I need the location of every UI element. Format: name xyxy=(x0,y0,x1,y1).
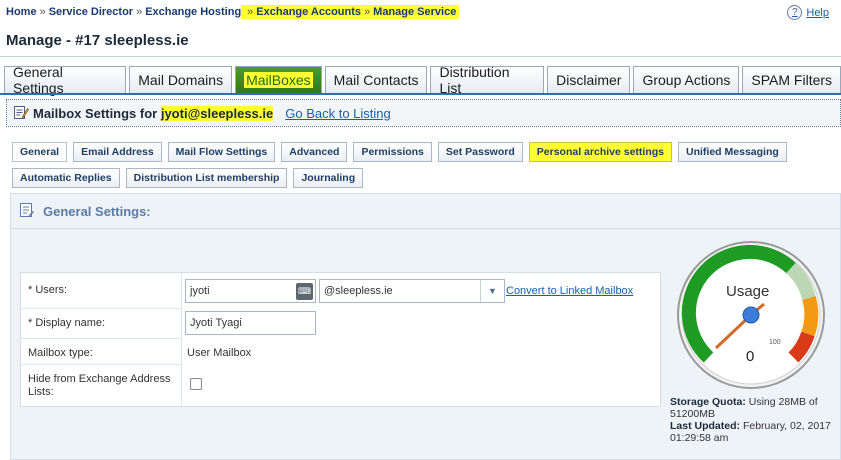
mailbox-subtabs: General Email Address Mail Flow Settings… xyxy=(12,142,812,188)
breadcrumb-bar: Home» Service Director» Exchange Hosting» E… xyxy=(0,0,841,26)
subtab-distribution-list-membership[interactable]: Distribution List membership xyxy=(125,168,288,188)
breadcrumb-service-director[interactable]: Service Director xyxy=(49,6,133,18)
hide-from-address-lists-label: Hide from Exchange Address Lists: xyxy=(28,373,171,398)
gauge-max-label: 100 xyxy=(769,339,781,346)
breadcrumb-separator: » xyxy=(136,6,143,18)
subtab-journaling[interactable]: Journaling xyxy=(293,168,364,188)
usage-gauge: Usage 0 100 xyxy=(676,240,836,390)
form-row-divider xyxy=(20,364,182,365)
form-row-divider xyxy=(20,338,182,339)
breadcrumb-highlight: » Exchange Accounts» Manage Service xyxy=(241,5,460,19)
form-row-divider xyxy=(20,308,182,309)
breadcrumb-separator: » xyxy=(39,6,46,18)
back-to-listing-link[interactable]: Go Back to Listing xyxy=(285,106,391,121)
mailbox-type-value: User Mailbox xyxy=(187,347,252,359)
title-divider xyxy=(0,56,841,57)
mailbox-type-label: Mailbox type: xyxy=(28,347,93,359)
users-label: * Users: xyxy=(28,284,68,296)
convert-to-linked-mailbox-link[interactable]: Convert to Linked Mailbox xyxy=(506,285,633,297)
subtab-advanced[interactable]: Advanced xyxy=(281,142,348,162)
display-name-input[interactable]: Jyoti Tyagi xyxy=(185,311,316,335)
chevron-down-icon[interactable]: ▼ xyxy=(480,280,504,302)
breadcrumb-separator: » xyxy=(364,6,371,18)
tab-disclaimer[interactable]: Disclaimer xyxy=(547,66,631,93)
breadcrumb-separator: » xyxy=(247,6,254,18)
gauge-value: 0 xyxy=(746,348,755,365)
mailbox-email: jyoti@sleepless.ie xyxy=(160,105,274,121)
subtab-personal-archive-settings[interactable]: Personal archive settings xyxy=(528,142,673,162)
storage-info: Storage Quota: Using 28MB of 51200MB Las… xyxy=(670,396,835,444)
main-tabs: General Settings Mail Domains MailBoxes … xyxy=(4,64,841,96)
keyboard-icon[interactable]: ⌨ xyxy=(296,283,313,300)
subtab-set-password[interactable]: Set Password xyxy=(437,142,523,162)
tab-mail-contacts[interactable]: Mail Contacts xyxy=(324,66,428,93)
display-name-value: Jyoti Tyagi xyxy=(190,317,242,329)
tab-distribution-list[interactable]: Distribution List xyxy=(430,64,545,96)
subtab-email-address[interactable]: Email Address xyxy=(73,142,162,162)
breadcrumb: Home» Service Director» Exchange Hosting» E… xyxy=(6,5,460,19)
panel-header: General Settings: xyxy=(19,202,151,221)
breadcrumb-exchange-hosting[interactable]: Exchange Hosting xyxy=(145,6,241,18)
users-value: jyoti xyxy=(190,285,210,297)
breadcrumb-exchange-accounts[interactable]: Exchange Accounts xyxy=(256,6,361,18)
panel-title: General Settings: xyxy=(43,204,151,219)
help-label[interactable]: Help xyxy=(806,7,829,19)
page-title: Manage - #17 sleepless.ie xyxy=(6,32,189,49)
subtab-mail-flow-settings[interactable]: Mail Flow Settings xyxy=(167,142,276,162)
breadcrumb-home[interactable]: Home xyxy=(6,6,37,18)
tab-group-actions[interactable]: Group Actions xyxy=(633,66,740,93)
mailbox-settings-prefix: Mailbox Settings for xyxy=(33,105,161,121)
tab-mail-domains[interactable]: Mail Domains xyxy=(129,66,233,93)
storage-quota-label: Storage Quota: xyxy=(670,396,746,408)
tab-spam-filters[interactable]: SPAM Filters xyxy=(742,66,841,93)
tabs-divider xyxy=(0,93,841,95)
domain-select[interactable]: @sleepless.ie ▼ xyxy=(319,279,505,303)
edit-note-icon xyxy=(13,104,29,123)
breadcrumb-manage-service: Manage Service xyxy=(373,6,457,18)
tab-mailboxes[interactable]: MailBoxes xyxy=(235,66,322,93)
gauge-title: Usage xyxy=(726,283,770,300)
tab-general-settings[interactable]: General Settings xyxy=(4,64,127,96)
subtab-automatic-replies[interactable]: Automatic Replies xyxy=(12,168,120,188)
mailbox-settings-title: Mailbox Settings for jyoti@sleepless.ie xyxy=(33,105,274,121)
subtab-permissions[interactable]: Permissions xyxy=(353,142,432,162)
tab-mailboxes-label: MailBoxes xyxy=(244,72,313,88)
settings-list-icon xyxy=(19,202,35,221)
help-icon[interactable]: ? xyxy=(787,5,803,20)
display-name-label: * Display name: xyxy=(28,317,106,329)
subtab-unified-messaging[interactable]: Unified Messaging xyxy=(678,142,787,162)
users-input[interactable]: jyoti ⌨ xyxy=(185,279,316,303)
panel-divider xyxy=(11,228,841,229)
mailbox-settings-header: Mailbox Settings for jyoti@sleepless.ie … xyxy=(6,99,841,127)
help-link[interactable]: ? Help xyxy=(787,5,829,20)
domain-value: @sleepless.ie xyxy=(324,285,393,297)
subtab-general[interactable]: General xyxy=(12,142,68,162)
hide-from-address-lists-checkbox[interactable] xyxy=(190,378,202,390)
last-updated-label: Last Updated: xyxy=(670,420,741,432)
